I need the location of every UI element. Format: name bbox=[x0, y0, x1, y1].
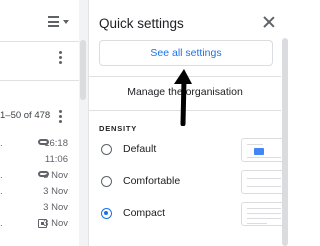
see-all-settings-button[interactable]: See all settings bbox=[99, 40, 273, 66]
density-option-default[interactable]: Default bbox=[99, 138, 287, 162]
density-option-compact[interactable]: Compact bbox=[99, 202, 287, 226]
attachment-chip-icon bbox=[254, 148, 264, 155]
toolbar-divider bbox=[0, 41, 80, 42]
row-prefix: . bbox=[0, 138, 3, 149]
density-compact-preview bbox=[241, 202, 287, 226]
more-options-icon[interactable] bbox=[58, 51, 62, 65]
table-row[interactable]: . 3 Nov bbox=[0, 216, 80, 232]
row-date: 3 Nov bbox=[43, 170, 68, 181]
table-row[interactable]: . 16:18 bbox=[0, 136, 80, 152]
list-scrollbar[interactable] bbox=[79, 0, 88, 246]
density-heading: DENSITY bbox=[99, 124, 138, 133]
panel-scrollbar[interactable] bbox=[282, 38, 288, 246]
density-option-label: Comfortable bbox=[123, 175, 181, 187]
row-date: 16:18 bbox=[44, 138, 68, 149]
density-default-preview bbox=[241, 138, 287, 162]
radio-button[interactable] bbox=[101, 144, 112, 155]
density-option-comfortable[interactable]: Comfortable bbox=[99, 170, 287, 194]
annotation-arrow-icon bbox=[174, 69, 192, 126]
list-scrollbar-thumb[interactable] bbox=[80, 40, 86, 100]
chevron-down-icon bbox=[63, 20, 69, 24]
message-rows: . 16:18 11:06 . 3 Nov . 3 Nov 3 Nov . 3 … bbox=[0, 136, 80, 232]
table-row[interactable]: . 3 Nov bbox=[0, 168, 80, 184]
split-pane-icon bbox=[48, 16, 59, 27]
pagination-more-icon[interactable] bbox=[58, 110, 62, 124]
table-row[interactable]: 3 Nov bbox=[0, 200, 80, 216]
table-row[interactable]: 11:06 bbox=[0, 152, 80, 168]
row-date: 11:06 bbox=[44, 154, 68, 165]
density-comfortable-preview bbox=[241, 170, 287, 194]
list-divider bbox=[0, 80, 80, 81]
panel-title: Quick settings bbox=[99, 16, 184, 31]
close-icon[interactable] bbox=[263, 16, 275, 28]
row-prefix: . bbox=[0, 186, 3, 197]
row-date: 3 Nov bbox=[43, 186, 68, 197]
inbox-toolbar bbox=[0, 0, 88, 42]
pagination-text: 1–50 of 478 bbox=[0, 110, 51, 121]
row-date: 3 Nov bbox=[43, 202, 68, 213]
row-date: 3 Nov bbox=[43, 218, 68, 229]
split-pane-toggle[interactable] bbox=[48, 13, 72, 31]
row-prefix: . bbox=[0, 170, 3, 181]
radio-button[interactable] bbox=[101, 176, 112, 187]
density-option-label: Default bbox=[123, 143, 157, 155]
inbox-list-pane: 1–50 of 478 . 16:18 11:06 . 3 Nov . 3 No… bbox=[0, 0, 88, 246]
density-option-label: Compact bbox=[123, 207, 166, 219]
table-row[interactable]: . 3 Nov bbox=[0, 184, 80, 200]
radio-button-selected[interactable] bbox=[101, 208, 112, 219]
row-prefix: . bbox=[0, 218, 3, 229]
